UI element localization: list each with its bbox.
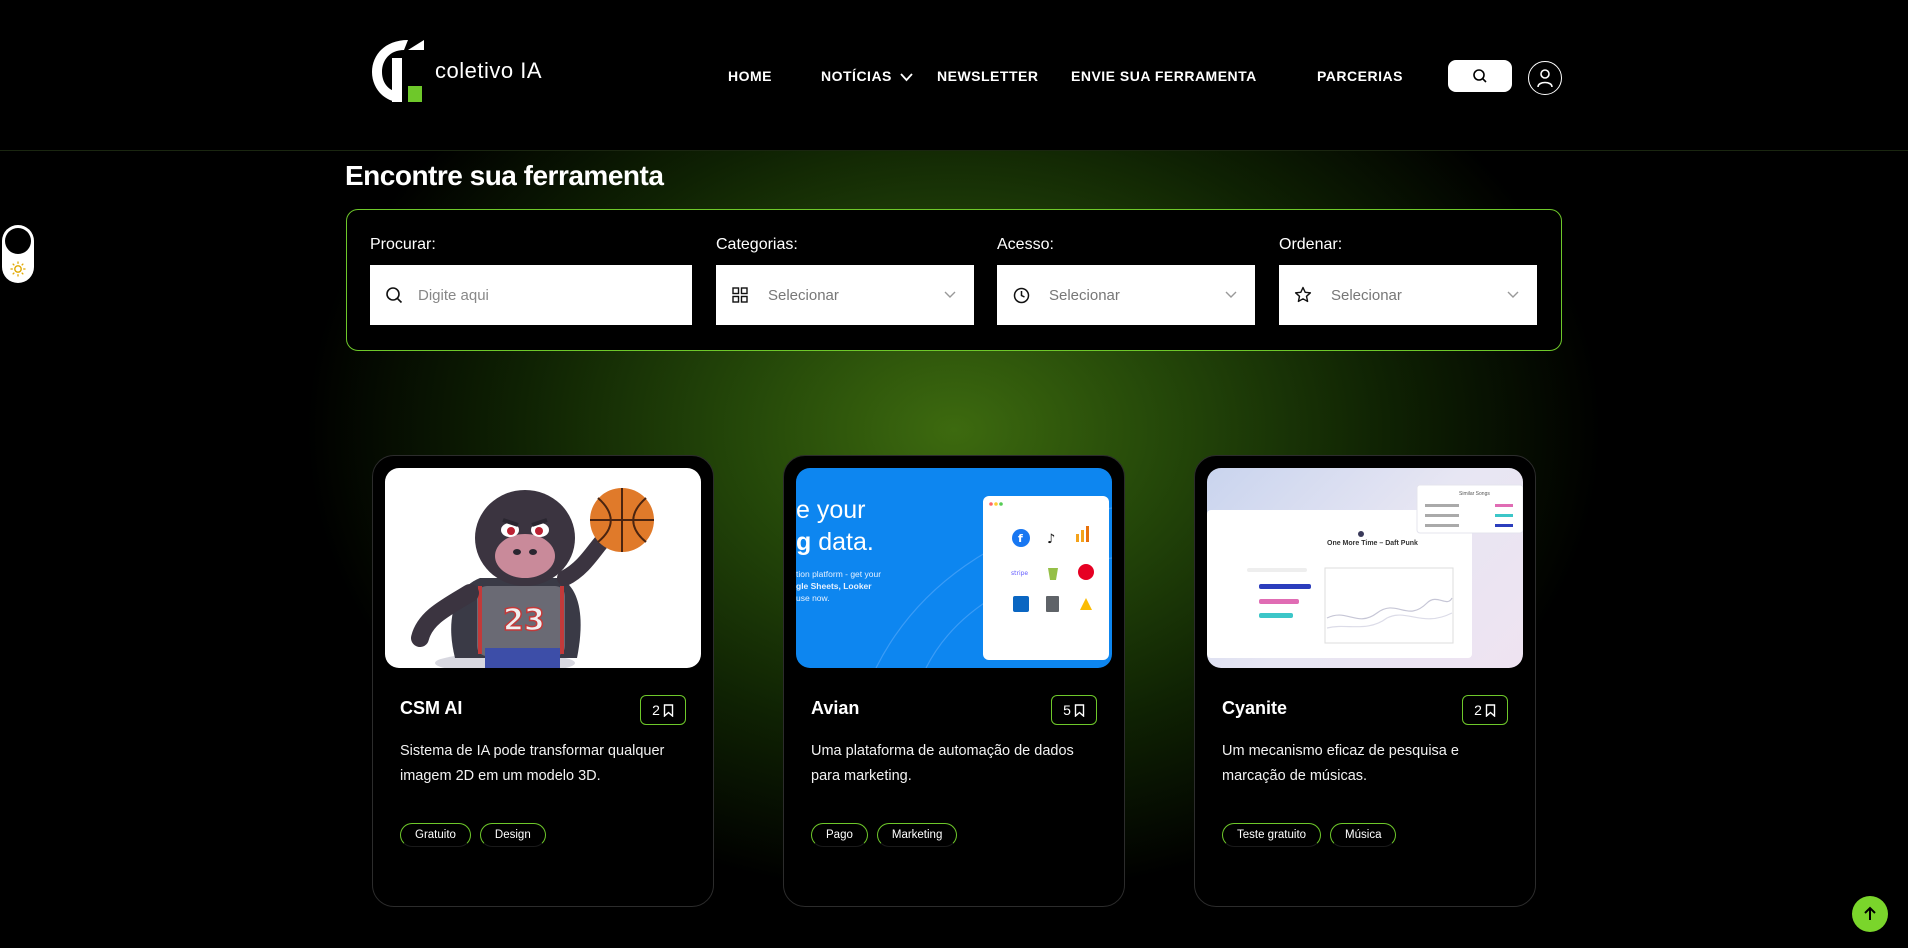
nav-home[interactable]: HOME [728,68,772,84]
logo[interactable]: coletivo IA [370,36,570,106]
cyanite-screenshot [1207,484,1523,658]
avian-headline-line2: g data. [796,526,874,558]
tool-name: CSM AI [400,698,463,718]
chevron-down-icon [1507,291,1519,298]
tool-name: Cyanite [1222,698,1288,718]
svg-text:23: 23 [503,603,545,638]
tag[interactable]: Design [479,823,546,847]
ordenar-select[interactable]: Selecionar [1279,265,1537,325]
avian-headline-line2-text: data. [811,528,874,556]
search-icon [1473,69,1487,83]
procurar-label: Procurar: [370,236,436,253]
filter-panel: Procurar: Digite aqui Categorias: Seleci… [346,209,1562,351]
tool-card[interactable]: 23 CSM AI 2 Sistema de IA pode transform… [372,455,714,907]
theme-toggle[interactable] [2,225,34,283]
clock-icon [1011,285,1031,305]
bookmark-icon [1485,703,1496,717]
avian-subtext-line3: use now. [796,593,830,603]
avian-headline-line1: e your [796,496,866,524]
svg-text:stripe: stripe [1011,570,1028,577]
avian-headline: e your g data. [796,494,874,558]
chevron-down-icon [900,73,913,82]
search-button[interactable] [1448,60,1512,92]
chevron-down-icon [1225,291,1237,298]
acesso-label: Acesso: [997,236,1054,253]
nav-envie[interactable]: ENVIE SUA FERRAMENTA [1071,68,1257,84]
tool-name: Avian [811,698,860,718]
categorias-value: Selecionar [768,286,839,304]
avian-headline-line2-bold: g [796,528,812,556]
theme-toggle-knob [5,228,31,254]
chevron-down-icon [944,291,956,298]
tag[interactable]: Música [1330,823,1397,847]
gorilla-illustration: 23 [411,488,654,668]
categorias-select[interactable]: Selecionar [716,265,974,325]
user-icon [1537,69,1553,88]
nav-noticias-label: NOTÍCIAS [821,68,892,84]
logo-mark-icon [372,40,424,102]
nav-noticias[interactable]: NOTÍCIAS [821,68,913,84]
categorias-label: Categorias: [716,236,798,253]
tag[interactable]: Pago [811,823,868,847]
avian-subtext-line1: tion platform - get your [796,569,882,579]
save-count-button[interactable]: 5 [1051,695,1097,725]
search-input[interactable]: Digite aqui [370,265,692,325]
page-title: Encontre sua ferramenta [345,160,664,191]
tag-list: Teste gratuito Música [1222,823,1397,847]
bookmark-icon [1074,703,1085,717]
save-count: 2 [1474,702,1482,718]
tag-list: Gratuito Design [400,823,546,847]
ordenar-value: Selecionar [1331,286,1402,304]
site-header: coletivo IA HOME NOTÍCIAS NEWSLETTER ENV… [0,0,1908,151]
save-count: 5 [1063,702,1071,718]
star-icon [1293,285,1313,305]
tool-description: Um mecanismo eficaz de pesquisa e marcaç… [1222,743,1459,784]
save-count-button[interactable]: 2 [640,695,686,725]
nav-parcerias[interactable]: PARCERIAS [1317,68,1403,84]
tool-card[interactable]: f ♪ stripe e your g data. tion platform … [783,455,1125,907]
sun-icon [10,261,26,277]
tag[interactable]: Marketing [876,823,958,847]
tool-card[interactable]: One More Time – Daft Punk Similar Songs … [1194,455,1536,907]
tag-list: Pago Marketing [811,823,958,847]
bookmark-icon [663,703,674,717]
user-button[interactable] [1528,61,1562,95]
tool-thumbnail: One More Time – Daft Punk Similar Songs [1207,468,1523,668]
acesso-value: Selecionar [1049,286,1120,304]
arrow-up-icon [1864,906,1876,920]
avian-subtext: tion platform - get your gle Sheets, Loo… [796,568,881,604]
grid-icon [730,285,750,305]
tool-description: Sistema de IA pode transformar qualquer … [400,743,665,784]
scroll-to-top-button[interactable] [1852,896,1888,932]
svg-text:♪: ♪ [1047,532,1055,547]
save-count-button[interactable]: 2 [1462,695,1508,725]
ordenar-label: Ordenar: [1279,236,1343,253]
tag[interactable]: Teste gratuito [1222,823,1322,847]
avian-subtext-line2: gle Sheets, Looker [796,581,872,591]
logo-text: coletivo IA [435,58,542,83]
cyanite-similar-songs: Similar Songs [1459,491,1490,497]
cyanite-song-title: One More Time – Daft Punk [1327,540,1418,547]
nav-newsletter[interactable]: NEWSLETTER [937,68,1038,84]
tag[interactable]: Gratuito [400,823,471,847]
tool-description: Uma plataforma de automação de dados par… [811,743,1074,784]
save-count: 2 [652,702,660,718]
search-icon [384,285,404,305]
search-input-placeholder: Digite aqui [418,286,489,304]
tool-thumbnail: 23 [385,468,701,668]
acesso-select[interactable]: Selecionar [997,265,1255,325]
svg-text:f: f [1018,532,1023,545]
tool-thumbnail: f ♪ stripe e your g data. tion platform … [796,468,1112,668]
